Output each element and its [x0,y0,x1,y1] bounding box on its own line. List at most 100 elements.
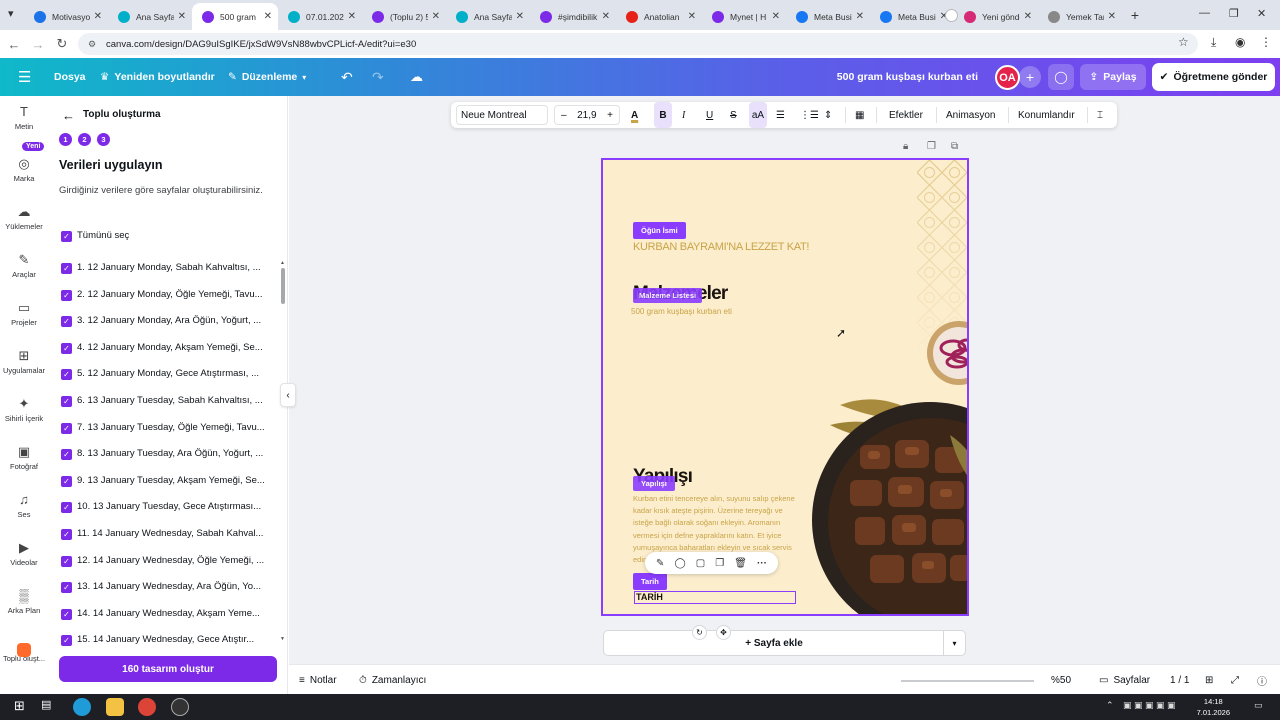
row-checkbox[interactable]: ✓ [61,449,72,461]
row-checkbox[interactable]: ✓ [61,502,72,514]
pages-button[interactable]: ▭ Sayfalar [1099,665,1150,695]
tab-search-icon[interactable]: ▾ [8,7,14,20]
underline-button[interactable]: U [706,102,713,128]
row-checkbox[interactable]: ✓ [61,422,72,434]
row-checkbox[interactable]: ✓ [61,289,72,301]
tab-close-icon[interactable]: ✕ [516,11,524,22]
step-2[interactable]: 2 [78,133,91,146]
bulk-create-app-icon[interactable] [17,643,31,657]
list-item[interactable]: ✓ 12. 14 January Wednesday, Öğle Yemeği, … [48,549,280,575]
grid-view-icon[interactable]: ⊞ [1205,665,1213,695]
rail-item-araçlar[interactable]: ✎ Araçlar [0,252,48,279]
tab-close-icon[interactable]: ✕ [688,11,696,22]
browser-tab[interactable]: Ana Sayfa ✕ [446,3,530,30]
rail-item-metin[interactable]: T Metin [0,104,48,131]
profile-icon[interactable]: ◉ [1235,35,1245,49]
list-item[interactable]: ✓ 4. 12 January Monday, Akşam Yemeği, Se.… [48,336,280,362]
back-arrow-icon[interactable]: ← [62,108,75,123]
menu-icon[interactable]: ☰ [18,58,31,96]
more-menu-icon[interactable]: ⋮ [1260,35,1272,49]
browser-tab[interactable]: Mynet | H ✕ [702,3,786,30]
date-text-box[interactable]: TARİH [634,591,796,604]
ingredients-text[interactable]: 500 gram kuşbaşı kurban eti [631,307,732,316]
list-item[interactable]: ✓ 11. 14 January Wednesday, Sabah Kahval.… [48,522,280,548]
delete-icon[interactable]: 🗑︎ [734,558,747,569]
rail-item-marka[interactable]: ◎ Marka [0,156,48,183]
font-size-stepper[interactable]: – 21,9 + [554,105,620,125]
list-item[interactable]: ✓ 2. 12 January Monday, Öğle Yemeği, Tavu… [48,283,280,309]
row-checkbox[interactable]: ✓ [61,263,72,274]
create-designs-button[interactable]: 160 tasarım oluştur [59,656,277,682]
date-tag[interactable]: Tarih [633,573,667,590]
list-icon[interactable]: ⋮☰ [800,102,819,128]
list-item[interactable]: ✓ 14. 14 January Wednesday, Akşam Yeme... [48,602,280,628]
tray-icons[interactable]: ▣ ▣ ▣ ▣ ▣ [1123,700,1176,711]
list-item[interactable]: ✓ 3. 12 January Monday, Ara Öğün, Yoğurt,… [48,309,280,335]
italic-button[interactable]: I [682,102,685,128]
forward-icon[interactable]: → [26,37,50,52]
lock-icon[interactable]: 🔒︎ [903,141,908,152]
share-button[interactable]: ⇪ Paylaş [1080,64,1146,90]
bookmark-star-icon[interactable]: ☆ [1178,35,1189,49]
avatar[interactable]: OA [995,65,1020,90]
magic-write-icon[interactable]: ✎ [656,558,664,569]
site-info-icon[interactable]: ⚙ [88,39,98,49]
add-page-button[interactable]: + Sayfa ekle [604,631,944,655]
font-size-plus[interactable]: + [607,110,613,121]
row-checkbox[interactable]: ✓ [61,369,72,381]
font-selector[interactable]: Neue Montreal [456,105,548,125]
minimize-icon[interactable]: — [1199,7,1210,19]
bold-button[interactable]: B [654,102,672,128]
row-checkbox[interactable]: ✓ [61,529,72,540]
tray-chevron-icon[interactable]: ⌃ [1106,700,1114,711]
tab-close-icon[interactable]: ✕ [1108,11,1116,22]
edge-icon[interactable] [73,698,91,716]
duplicate-icon[interactable]: ❐ [715,558,724,569]
rail-item-videolar[interactable]: ▶ Videolar [0,540,48,567]
rail-item-fotoğraf[interactable]: ▣ Fotoğraf [0,444,48,471]
help-icon[interactable]: ⓘ [1257,665,1267,695]
text-color-icon[interactable]: A [631,102,638,128]
undo-icon[interactable]: ↶ [341,58,353,96]
row-checkbox[interactable]: ✓ [61,316,72,328]
align-icon[interactable]: ☰ [776,102,785,128]
list-item[interactable]: ✓ 10. 13 January Tuesday, Gece Atıştırmas… [48,495,280,521]
editing-mode-button[interactable]: ✎ Düzenleme ▾ [228,58,306,96]
rail-item-yüklemeler[interactable]: ☁ Yüklemeler [0,204,48,231]
row-checkbox[interactable]: ✓ [61,342,72,354]
send-to-teacher-button[interactable]: ✔ Öğretmene gönder [1152,63,1275,91]
effects-button[interactable]: Efektler [889,102,923,128]
notes-button[interactable]: ≡ Notlar [299,665,337,695]
browser-tab[interactable]: Meta Busin✕ [870,3,954,30]
scroll-down-icon[interactable]: ▼ [280,636,285,642]
comment-icon[interactable]: ◯ [1048,64,1074,90]
chevron-down-icon[interactable]: ▾ [943,631,965,655]
step-1[interactable]: 1 [59,133,72,146]
tab-close-icon[interactable]: ✕ [94,11,102,22]
rail-item-projeler[interactable]: ▭ Projeler [0,300,48,327]
headline-text[interactable]: KURBAN BAYRAMI'NA LEZZET KAT! [633,241,809,253]
tab-close-icon[interactable]: ✕ [264,11,272,22]
zoom-slider-thumb[interactable] [944,9,958,22]
browser-tab[interactable]: 500 gram ✕ [192,3,278,30]
move-icon[interactable]: ✥ [716,625,731,640]
cloud-save-icon[interactable]: ☁ [410,58,423,96]
duplicate-page-icon[interactable]: ❐ [927,141,936,152]
notifications-icon[interactable]: ▭ [1254,700,1263,711]
url-field[interactable]: ⚙ canva.com/design/DAG9uISgIKE/jxSdW9VsN… [78,33,1198,55]
lock-icon[interactable]: ▢ [696,558,705,569]
animation-button[interactable]: Animasyon [946,102,995,128]
refresh-icon[interactable]: ↻ [692,625,707,640]
list-item[interactable]: ✓ 13. 14 January Wednesday, Ara Öğün, Yo.… [48,575,280,601]
browser-tab[interactable]: Anatolian ✕ [616,3,702,30]
zoom-value[interactable]: %50 [1051,665,1071,695]
task-view-icon[interactable]: ▤ [41,698,59,716]
rail-item-uygulamalar[interactable]: ⊞ Uygulamalar [0,348,48,375]
zoom-slider[interactable] [901,680,1034,682]
browser-tab[interactable]: Yemek Tar ✕ [1038,3,1122,30]
list-item[interactable]: ✓ 1. 12 January Monday, Sabah Kahvaltısı,… [48,256,280,282]
position-button[interactable]: Konumlandır [1018,102,1075,128]
date-text[interactable]: TARİH [636,592,663,602]
add-page-icon[interactable]: ⧉ [951,141,958,152]
browser-tab[interactable]: Yeni göndc ✕ [954,3,1038,30]
